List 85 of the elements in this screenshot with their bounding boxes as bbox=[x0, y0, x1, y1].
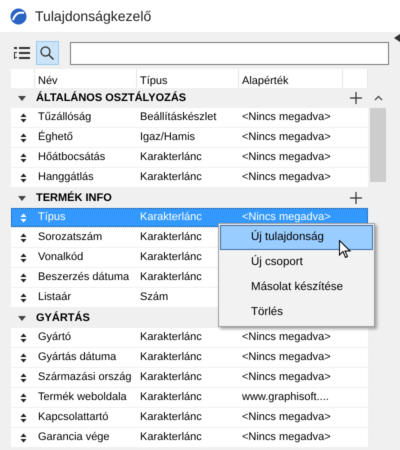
table-cell: Karakterlánc bbox=[140, 151, 202, 164]
table-cell: Karakterlánc bbox=[140, 431, 202, 444]
table-cell: Karakterlánc bbox=[140, 231, 202, 244]
tree-list-icon bbox=[13, 46, 32, 60]
table-cell: Beszerzés dátuma bbox=[38, 271, 130, 284]
property-row[interactable]: Gyártó Karakterlánc <Nincs megadva> bbox=[11, 328, 368, 347]
table-cell: <Nincs megadva> bbox=[242, 371, 331, 384]
table-cell: Éghető bbox=[38, 131, 73, 144]
property-row[interactable]: Éghető Igaz/Hamis <Nincs megadva> bbox=[11, 128, 368, 147]
drag-handle-icon[interactable] bbox=[20, 332, 26, 342]
search-icon bbox=[39, 45, 56, 61]
table-cell: Hanggátlás bbox=[38, 171, 94, 184]
table-cell: Beállításkészlet bbox=[140, 111, 216, 124]
property-row[interactable]: Tűzállóság Beállításkészlet <Nincs megadva> bbox=[11, 108, 368, 127]
drag-handle-icon[interactable] bbox=[20, 412, 26, 422]
drag-handle-icon[interactable] bbox=[20, 352, 26, 362]
property-row[interactable]: Hanggátlás Karakterlánc <Nincs megadva> bbox=[11, 168, 368, 187]
search-field[interactable] bbox=[70, 42, 389, 64]
property-row[interactable]: Gyártás dátuma Karakterlánc <Nincs megadva> bbox=[11, 348, 368, 367]
table-cell: <Nincs megadva> bbox=[242, 331, 331, 344]
group-title: ÁLTALÁNOS OSZTÁLYOZÁS bbox=[36, 90, 186, 106]
table-cell: <Nincs megadva> bbox=[242, 211, 331, 224]
table-cell: Karakterlánc bbox=[140, 411, 202, 424]
drag-handle-icon[interactable] bbox=[20, 252, 26, 262]
table-cell: <Nincs megadva> bbox=[242, 131, 331, 144]
table-cell: Hőátbocsátás bbox=[38, 151, 106, 164]
table-cell: Karakterlánc bbox=[140, 331, 202, 344]
property-row[interactable]: Termék weboldala Karakterlánc www.graphisoft.... bbox=[11, 388, 368, 407]
drag-handle-icon[interactable] bbox=[20, 232, 26, 242]
menu-item[interactable]: Új tulajdonság bbox=[220, 225, 373, 250]
mouse-cursor-icon bbox=[339, 240, 351, 259]
table-cell: Karakterlánc bbox=[140, 351, 202, 364]
property-row[interactable]: Garancia vége Karakterlánc <Nincs megadva> bbox=[11, 428, 368, 447]
table-cell: Karakterlánc bbox=[140, 271, 202, 284]
scroll-up-icon[interactable] bbox=[374, 95, 382, 101]
table-cell: Igaz/Hamis bbox=[140, 131, 196, 144]
search-button[interactable] bbox=[36, 41, 59, 65]
property-row[interactable]: Hőátbocsátás Karakterlánc <Nincs megadva> bbox=[11, 148, 368, 167]
window-title: Tulajdonságkezelő bbox=[35, 6, 152, 26]
table-cell: <Nincs megadva> bbox=[242, 171, 331, 184]
table-cell: Garancia vége bbox=[38, 431, 110, 444]
table-cell: <Nincs megadva> bbox=[242, 431, 331, 444]
table-cell: <Nincs megadva> bbox=[242, 151, 331, 164]
scrollbar-thumb[interactable] bbox=[370, 108, 386, 182]
drag-handle-icon[interactable] bbox=[20, 292, 26, 302]
app-logo-icon bbox=[10, 8, 27, 24]
table-cell: Karakterlánc bbox=[140, 391, 202, 404]
property-row[interactable]: Kapcsolattartó Karakterlánc <Nincs megadva> bbox=[11, 408, 368, 427]
drag-handle-icon[interactable] bbox=[20, 372, 26, 382]
drag-handle-icon[interactable] bbox=[20, 432, 26, 442]
drag-handle-icon[interactable] bbox=[20, 112, 26, 122]
table-cell: Listaár bbox=[38, 291, 72, 304]
column-header: Név bbox=[38, 74, 58, 88]
table-cell: Gyártás dátuma bbox=[38, 351, 116, 364]
table-cell: Karakterlánc bbox=[140, 171, 202, 184]
collapse-panel-icon[interactable] bbox=[394, 34, 400, 42]
drag-handle-icon[interactable] bbox=[20, 272, 26, 282]
table-cell: Szám bbox=[140, 291, 168, 304]
table-cell: Sorozatszám bbox=[38, 231, 102, 244]
table-cell: Karakterlánc bbox=[140, 371, 202, 384]
table-cell: <Nincs megadva> bbox=[242, 111, 331, 124]
drag-handle-icon[interactable] bbox=[20, 152, 26, 162]
table-cell: Karakterlánc bbox=[140, 211, 202, 224]
table-cell: Kapcsolattartó bbox=[38, 411, 108, 424]
add-button[interactable] bbox=[349, 191, 363, 205]
drag-handle-icon[interactable] bbox=[20, 212, 26, 222]
column-header: Típus bbox=[140, 74, 168, 88]
table-cell: Tűzállóság bbox=[38, 111, 92, 124]
table-cell: Termék weboldala bbox=[38, 391, 127, 404]
table-cell: Származási ország bbox=[38, 371, 132, 384]
drag-handle-icon[interactable] bbox=[20, 172, 26, 182]
drag-handle-icon[interactable] bbox=[20, 392, 26, 402]
add-button[interactable] bbox=[349, 91, 363, 105]
table-cell: <Nincs megadva> bbox=[242, 351, 331, 364]
table-cell: www.graphisoft.... bbox=[242, 391, 329, 404]
table-cell: Vonalkód bbox=[38, 251, 84, 264]
drag-handle-icon[interactable] bbox=[20, 132, 26, 142]
table-cell: <Nincs megadva> bbox=[242, 411, 331, 424]
table-cell: Gyártó bbox=[38, 331, 72, 344]
column-header: Alapérték bbox=[242, 74, 288, 88]
property-row[interactable]: Származási ország Karakterlánc <Nincs megadva> bbox=[11, 368, 368, 387]
group-title: GYÁRTÁS bbox=[36, 310, 90, 326]
table-cell: Karakterlánc bbox=[140, 251, 202, 264]
table-cell: Típus bbox=[38, 211, 66, 224]
group-title: TERMÉK INFO bbox=[36, 190, 112, 206]
